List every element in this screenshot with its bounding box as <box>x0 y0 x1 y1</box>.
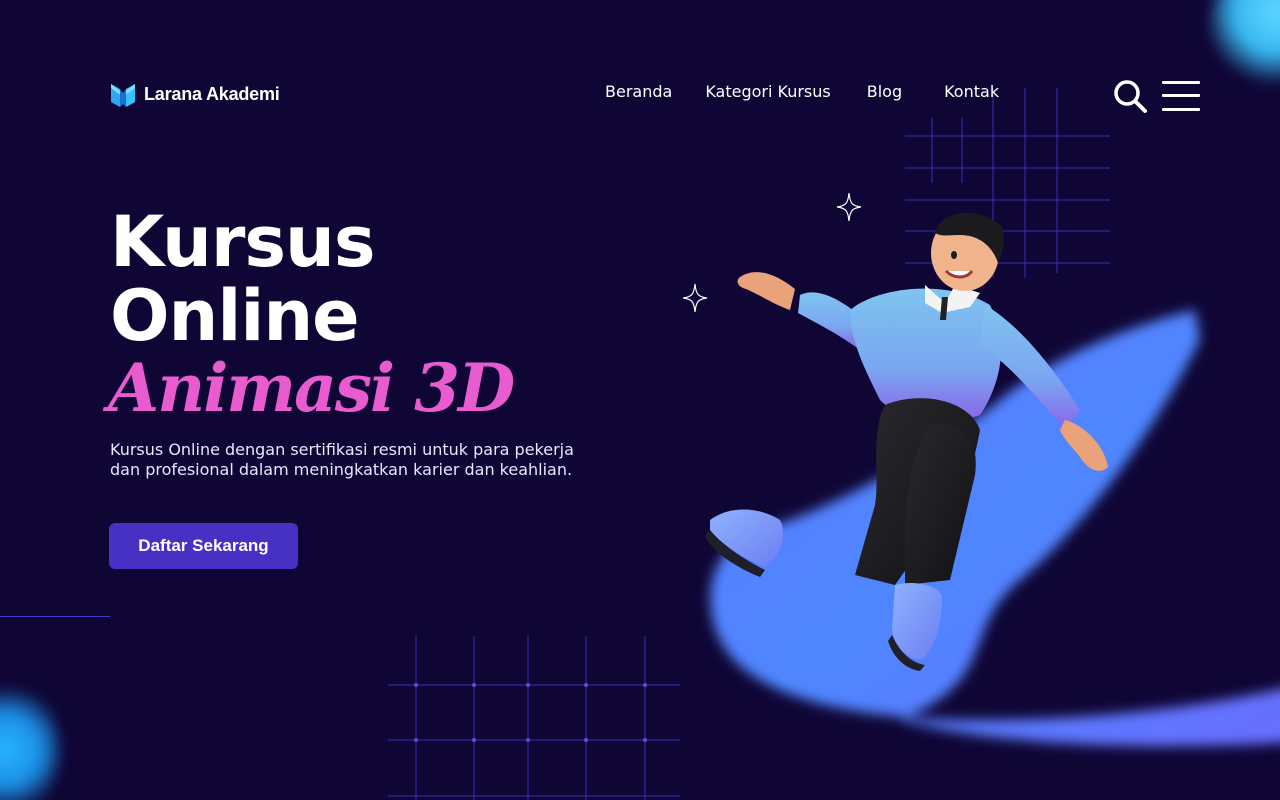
menu-bar <box>1162 81 1200 84</box>
book-logo-icon <box>111 84 135 107</box>
hero-description: Kursus Online dengan sertifikasi resmi u… <box>110 440 574 479</box>
decor-line <box>0 616 110 617</box>
hamburger-menu-icon[interactable] <box>1162 80 1200 112</box>
nav-link-kategori-kursus[interactable]: Kategori Kursus <box>705 82 830 101</box>
nav-link-kontak[interactable]: Kontak <box>944 82 999 101</box>
search-icon <box>1114 80 1147 113</box>
corner-glow-top-right <box>1210 0 1280 90</box>
landing-page: Larana Akademi Beranda Kategori Kursus B… <box>0 0 1280 800</box>
hero-title-accent: Animasi 3D <box>108 349 515 427</box>
main-nav: Beranda Kategori Kursus Blog Kontak <box>605 82 999 101</box>
brand-logo[interactable]: Larana Akademi <box>110 80 280 108</box>
brand-name: Larana Akademi <box>144 83 280 104</box>
nav-link-beranda[interactable]: Beranda <box>605 82 672 101</box>
floating-3d-man-illustration <box>680 185 1140 675</box>
decor-grid-bottom <box>388 636 680 800</box>
hero-title-line-2: Online <box>110 275 360 357</box>
nav-link-blog[interactable]: Blog <box>867 82 902 101</box>
hero-title-line-1: Kursus <box>110 201 376 283</box>
menu-bar <box>1162 94 1200 97</box>
search-button[interactable] <box>1112 78 1148 114</box>
menu-bar <box>1162 108 1200 111</box>
register-now-button[interactable]: Daftar Sekarang <box>109 523 298 569</box>
corner-glow-bottom-left <box>0 680 60 800</box>
